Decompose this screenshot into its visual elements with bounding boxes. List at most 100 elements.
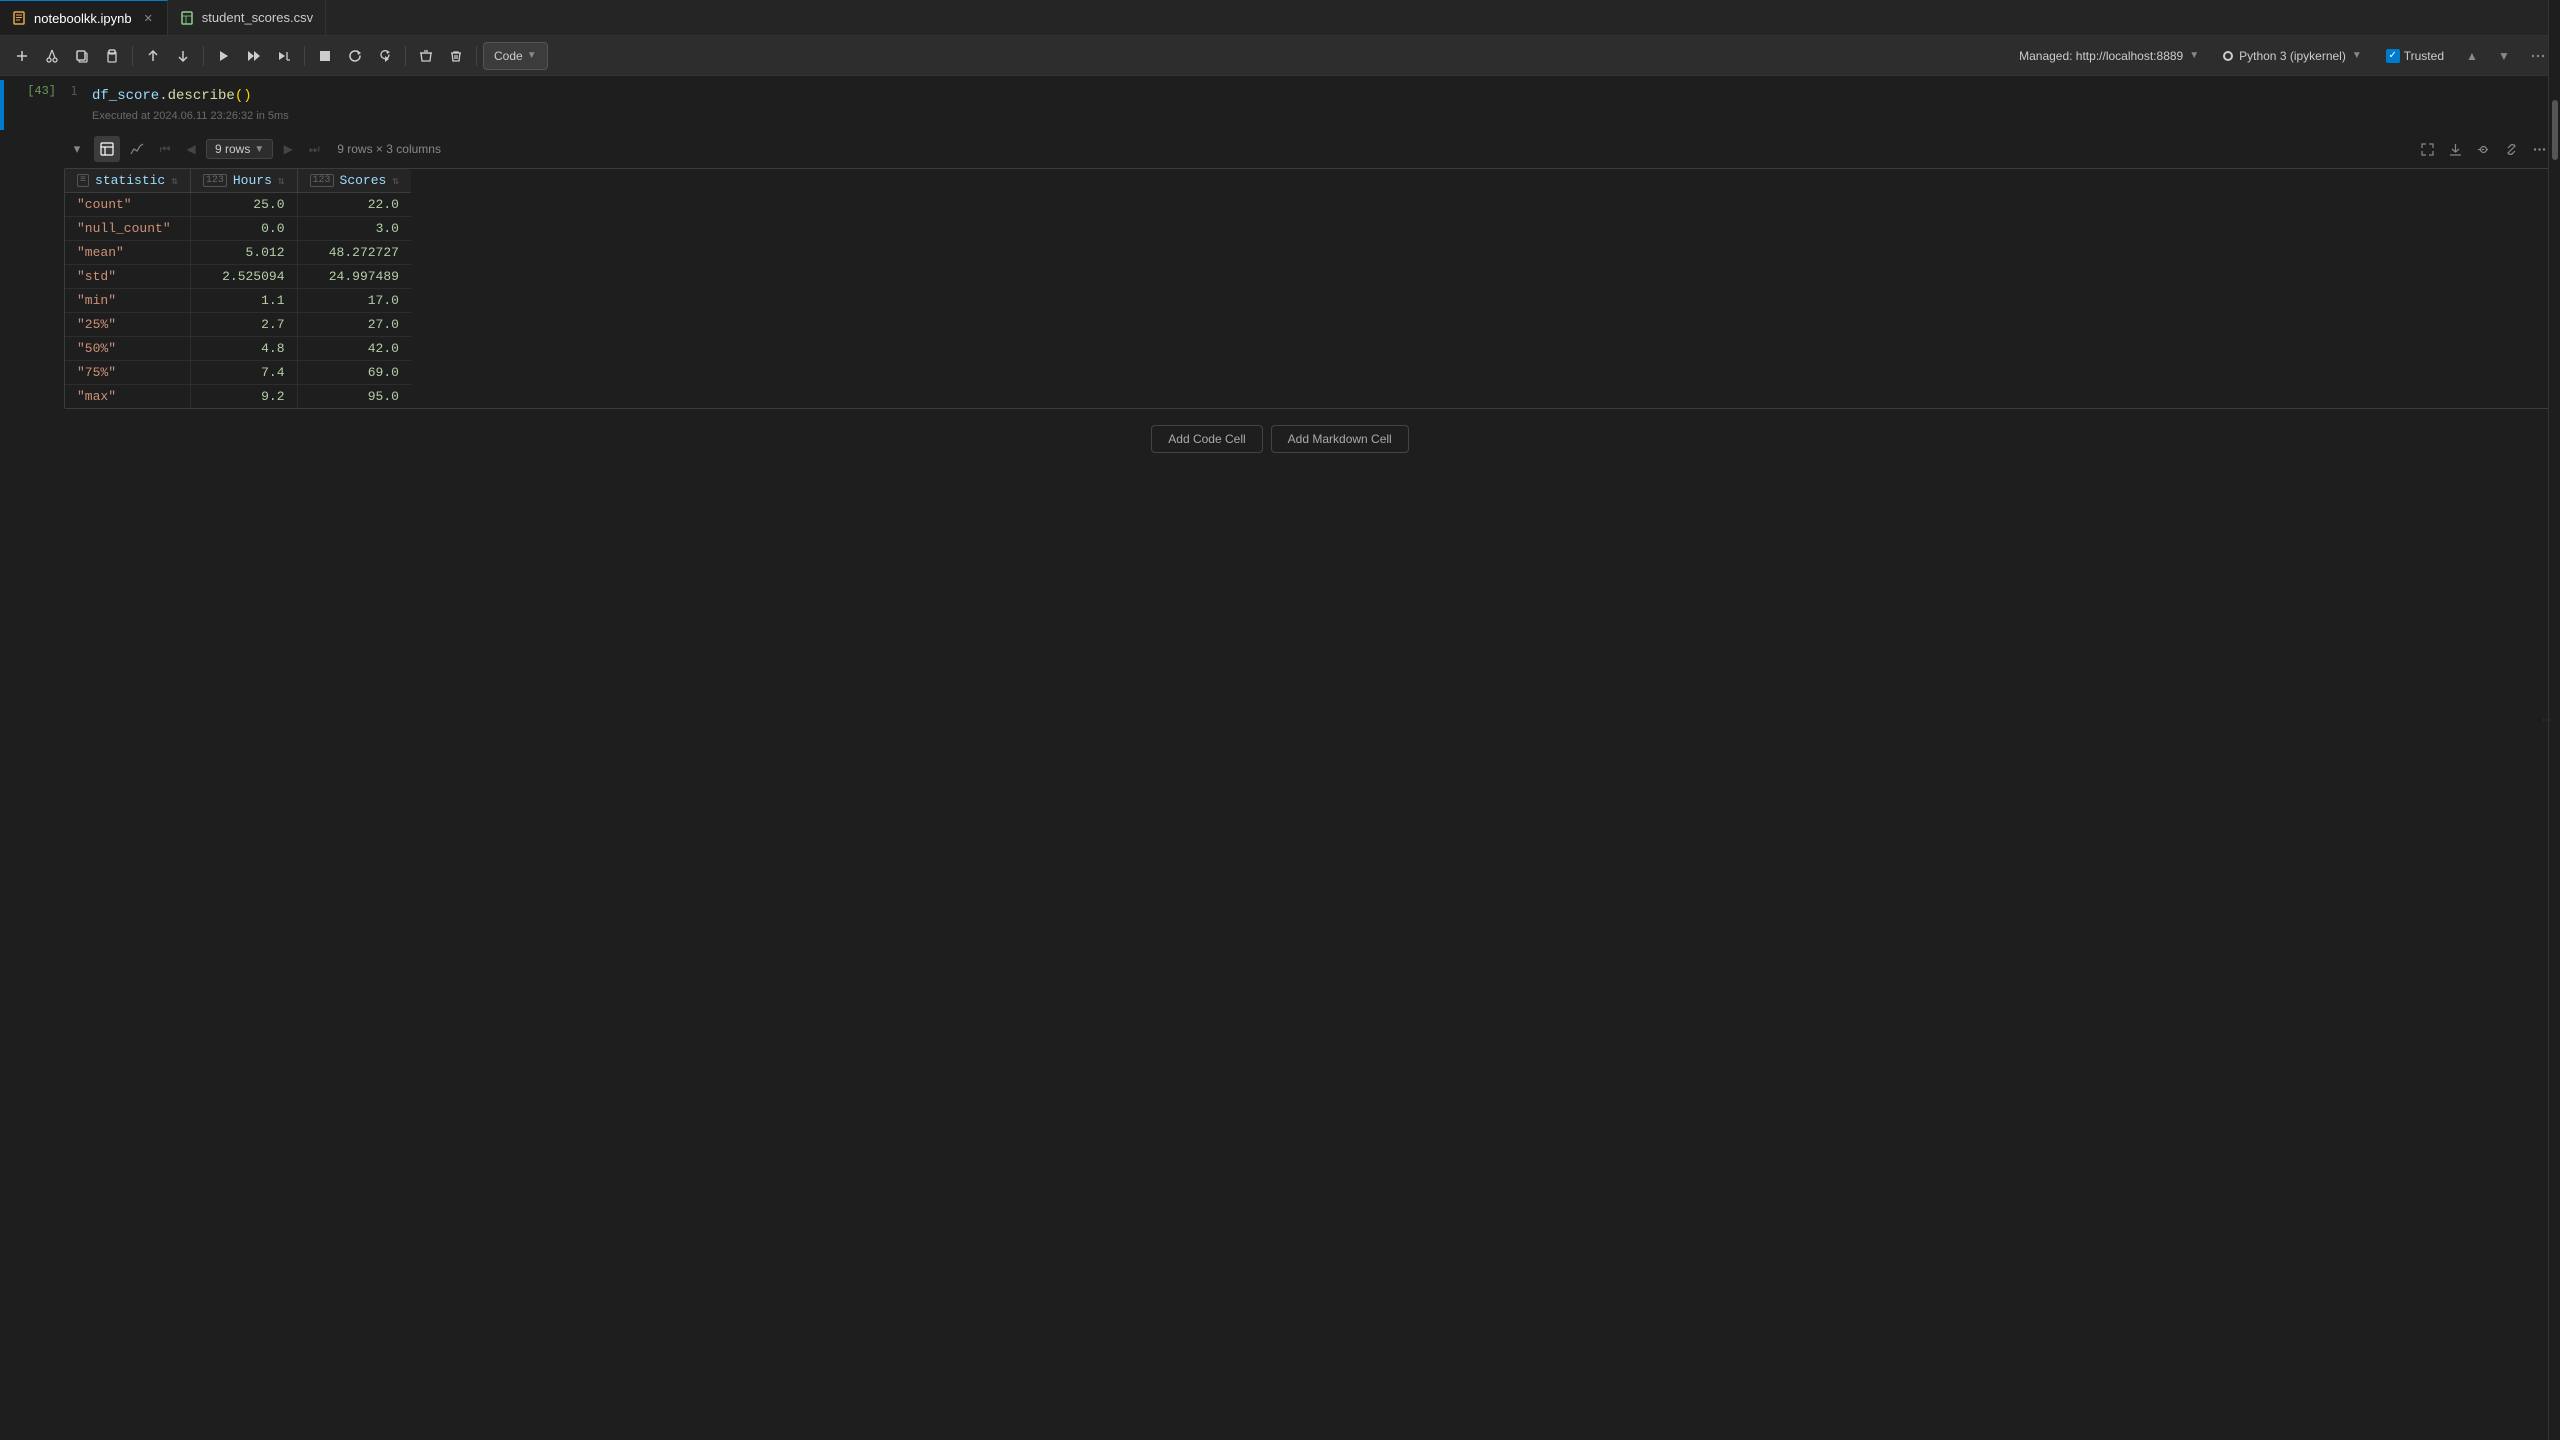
statistic-sort-icon[interactable]: ⇅ xyxy=(171,174,178,188)
cell-statistic: "count" xyxy=(65,193,190,217)
cell-statistic: "max" xyxy=(65,385,190,409)
sep2 xyxy=(203,46,204,66)
col-header-scores[interactable]: 123 Scores ⇅ xyxy=(297,169,411,193)
cell-statistic: "null_count" xyxy=(65,217,190,241)
cell-code[interactable]: df_score.describe() xyxy=(84,84,2560,108)
table-row: "std"2.52509424.997489 xyxy=(65,265,411,289)
code-method: describe xyxy=(168,88,235,104)
table-row: "max"9.295.0 xyxy=(65,385,411,409)
cell-executed-info: Executed at 2024.06.11 23:26:32 in 5ms xyxy=(84,108,2560,126)
sep5 xyxy=(476,46,477,66)
cell-hours: 1.1 xyxy=(190,289,297,313)
col-scores-label: Scores xyxy=(340,173,387,188)
view-output-button[interactable] xyxy=(2470,136,2496,162)
tab-notebook[interactable]: noteboolkk.ipynb ✕ xyxy=(0,0,168,35)
add-code-cell-button[interactable]: Add Code Cell xyxy=(1151,425,1262,453)
tab-notebook-close[interactable]: ✕ xyxy=(142,10,155,27)
move-down-button[interactable] xyxy=(169,42,197,70)
cell-content[interactable]: df_score.describe() Executed at 2024.06.… xyxy=(84,80,2560,130)
copy-button[interactable] xyxy=(68,42,96,70)
col-header-statistic[interactable]: ≡ statistic ⇅ xyxy=(65,169,190,193)
scroll-down-button[interactable]: ▼ xyxy=(2492,44,2516,68)
table-row: "25%"2.727.0 xyxy=(65,313,411,337)
download-output-button[interactable] xyxy=(2442,136,2468,162)
sep1 xyxy=(132,46,133,66)
cell-scores: 3.0 xyxy=(297,217,411,241)
stop-button[interactable] xyxy=(311,42,339,70)
clear-button[interactable] xyxy=(412,42,440,70)
resize-handle[interactable]: ⋮ xyxy=(2541,715,2552,725)
kernel-url-button[interactable]: Managed: http://localhost:8889 ▼ xyxy=(2011,42,2207,70)
add-markdown-cell-button[interactable]: Add Markdown Cell xyxy=(1271,425,1409,453)
table-row: "count"25.022.0 xyxy=(65,193,411,217)
add-cell-button[interactable] xyxy=(8,42,36,70)
hours-type-icon: 123 xyxy=(203,174,227,187)
kernel-name-button[interactable]: Python 3 (ipykernel) ▼ xyxy=(2215,42,2370,70)
kernel-url-dropdown-icon: ▼ xyxy=(2189,50,2199,61)
cell-hours: 25.0 xyxy=(190,193,297,217)
rows-dropdown-icon: ▼ xyxy=(254,144,264,155)
toolbar-right: Managed: http://localhost:8889 ▼ Python … xyxy=(2011,42,2552,70)
run-all-below-button[interactable] xyxy=(270,42,298,70)
link-output-button[interactable] xyxy=(2498,136,2524,162)
col-header-hours[interactable]: 123 Hours ⇅ xyxy=(190,169,297,193)
dropdown-arrow-icon: ▼ xyxy=(527,50,537,61)
cell-line-number: 1 xyxy=(64,80,84,98)
table-view-button[interactable] xyxy=(94,136,120,162)
notebook-icon xyxy=(12,10,28,26)
cell-scores: 22.0 xyxy=(297,193,411,217)
output-toolbar: ▾ ⏮ ◀ 9 rows ▼ ▶ xyxy=(64,134,2552,164)
table-row: "mean"5.01248.272727 xyxy=(65,241,411,265)
trusted-button[interactable]: ✓ Trusted xyxy=(2378,42,2452,70)
move-up-button[interactable] xyxy=(139,42,167,70)
chart-view-button[interactable] xyxy=(124,136,150,162)
scores-sort-icon[interactable]: ⇅ xyxy=(392,174,399,188)
csv-icon xyxy=(180,10,196,26)
last-page-button[interactable]: ⏭ xyxy=(303,138,325,160)
trusted-check-icon: ✓ xyxy=(2386,49,2400,63)
hours-sort-icon[interactable]: ⇅ xyxy=(278,174,285,188)
rows-selector[interactable]: 9 rows ▼ xyxy=(206,139,273,159)
run-all-button[interactable] xyxy=(240,42,268,70)
expand-output-button[interactable] xyxy=(2414,136,2440,162)
cell-type-dropdown[interactable]: Code ▼ xyxy=(483,42,548,70)
collapse-output-button[interactable]: ▾ xyxy=(64,136,90,162)
toolbar: Code ▼ Managed: http://localhost:8889 ▼ … xyxy=(0,36,2560,76)
delete-button[interactable] xyxy=(442,42,470,70)
statistic-type-icon: ≡ xyxy=(77,174,89,187)
cell-number: [43] xyxy=(4,80,64,98)
restart-button[interactable] xyxy=(341,42,369,70)
cell-hours: 2.7 xyxy=(190,313,297,337)
next-page-button[interactable]: ▶ xyxy=(277,138,299,160)
cell-statistic: "std" xyxy=(65,265,190,289)
cell-hours: 7.4 xyxy=(190,361,297,385)
cell-statistic: "mean" xyxy=(65,241,190,265)
prev-page-button[interactable]: ◀ xyxy=(180,138,202,160)
first-page-button[interactable]: ⏮ xyxy=(154,138,176,160)
paste-button[interactable] xyxy=(98,42,126,70)
kernel-dropdown-icon: ▼ xyxy=(2352,50,2362,61)
cell-scores: 95.0 xyxy=(297,385,411,409)
sep4 xyxy=(405,46,406,66)
table-row: "null_count"0.03.0 xyxy=(65,217,411,241)
scrollbar-thumb[interactable] xyxy=(2552,100,2558,160)
cell-statistic: "50%" xyxy=(65,337,190,361)
cell-scores: 17.0 xyxy=(297,289,411,313)
kernel-status-dot xyxy=(2223,51,2233,61)
cell-scores: 42.0 xyxy=(297,337,411,361)
cell-scores: 48.272727 xyxy=(297,241,411,265)
tab-csv-label: student_scores.csv xyxy=(202,10,313,25)
scores-type-icon: 123 xyxy=(310,174,334,187)
kernel-url-label: Managed: http://localhost:8889 xyxy=(2019,49,2183,63)
output-actions xyxy=(2414,136,2552,162)
run-cell-button[interactable] xyxy=(210,42,238,70)
sep3 xyxy=(304,46,305,66)
cut-button[interactable] xyxy=(38,42,66,70)
tab-csv[interactable]: student_scores.csv xyxy=(168,0,326,35)
restart-run-button[interactable] xyxy=(371,42,399,70)
scroll-up-button[interactable]: ▲ xyxy=(2460,44,2484,68)
bottom-buttons: Add Code Cell Add Markdown Cell xyxy=(0,409,2560,469)
tab-bar: noteboolkk.ipynb ✕ student_scores.csv xyxy=(0,0,2560,36)
col-statistic-label: statistic xyxy=(95,173,165,188)
trusted-label: Trusted xyxy=(2404,49,2444,63)
